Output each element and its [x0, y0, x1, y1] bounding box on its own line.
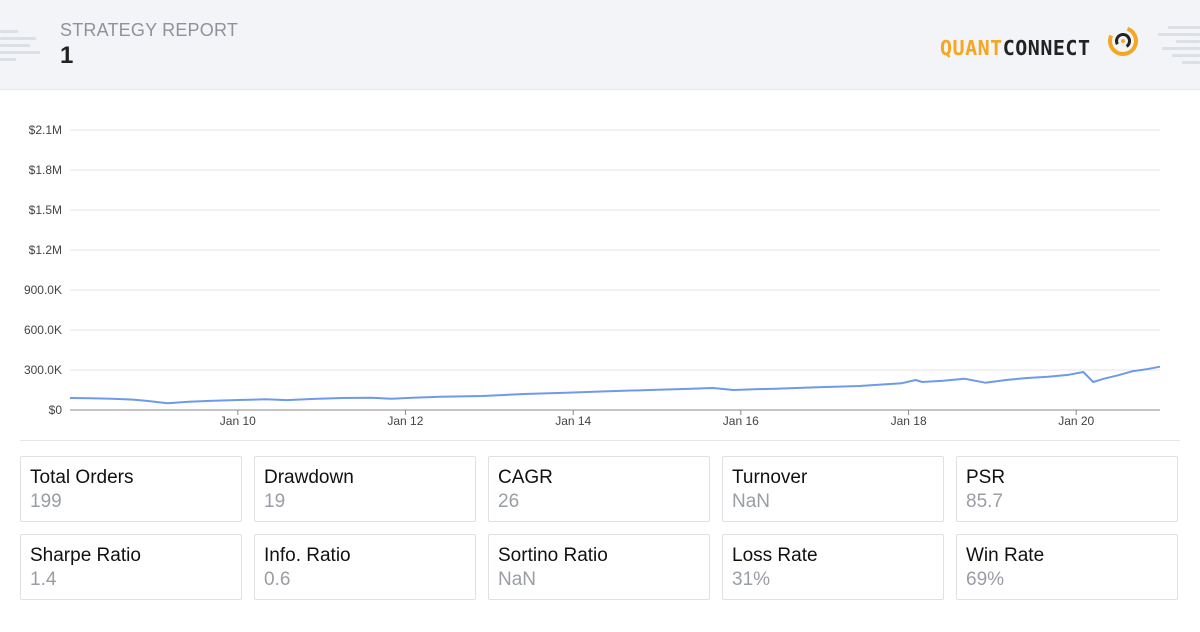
- stat-value: 85.7: [966, 491, 1003, 512]
- stat-value: 19: [264, 491, 286, 512]
- stat-card-info-ratio: Info. Ratio 0.6: [254, 534, 476, 600]
- y-tick-label: $0: [49, 403, 63, 417]
- stat-card-sharpe-ratio: Sharpe Ratio 1.4: [20, 534, 242, 600]
- stat-label: CAGR: [498, 467, 553, 488]
- equity-series-line: [69, 365, 1161, 405]
- stat-value: 31%: [732, 569, 771, 590]
- stat-card-win-rate: Win Rate 69%: [956, 534, 1178, 600]
- y-tick-label: $1.5M: [29, 203, 62, 217]
- stat-value: NaN: [498, 569, 537, 590]
- x-tick-label: Jan 16: [723, 414, 759, 428]
- stat-label: PSR: [966, 467, 1006, 488]
- header-decoration-right: [1158, 0, 1200, 89]
- stat-card-drawdown: Drawdown 19: [254, 456, 476, 522]
- report-title: 1: [60, 42, 74, 69]
- report-header: STRATEGY REPORT 1 QUANTCONNECT: [0, 0, 1200, 90]
- stat-value: 0.6: [264, 569, 291, 590]
- stat-card-psr: PSR 85.7: [956, 456, 1178, 522]
- stat-value: 69%: [966, 569, 1005, 590]
- quantconnect-logo: QUANTCONNECT: [940, 24, 1140, 64]
- y-tick-label: 900.0K: [24, 283, 62, 297]
- y-tick-label: 600.0K: [24, 323, 62, 337]
- x-tick-label: Jan 10: [220, 414, 256, 428]
- stat-value: 199: [30, 491, 62, 512]
- stat-value: NaN: [732, 491, 771, 512]
- stat-card-loss-rate: Loss Rate 31%: [722, 534, 944, 600]
- x-tick-label: Jan 20: [1058, 414, 1094, 428]
- stat-label: Drawdown: [264, 467, 354, 488]
- header-decoration-left: [0, 0, 50, 89]
- y-tick-label: 300.0K: [24, 363, 62, 377]
- y-tick-label: $1.2M: [29, 243, 62, 257]
- chart-divider: [20, 440, 1180, 441]
- stat-label: Sortino Ratio: [498, 545, 608, 566]
- quantconnect-logo-icon: [1108, 26, 1138, 56]
- stat-label: Turnover: [732, 467, 808, 488]
- x-tick-label: Jan 18: [891, 414, 927, 428]
- stat-label: Info. Ratio: [264, 545, 351, 566]
- stat-card-total-orders: Total Orders 199: [20, 456, 242, 522]
- stat-value: 26: [498, 491, 520, 512]
- stat-card-sortino-ratio: Sortino Ratio NaN: [488, 534, 710, 600]
- x-tick-label: Jan 12: [387, 414, 423, 428]
- logo-text-quant: QUANT: [940, 36, 1003, 60]
- stat-label: Sharpe Ratio: [30, 545, 141, 566]
- x-tick-label: Jan 14: [555, 414, 591, 428]
- y-tick-label: $2.1M: [29, 123, 62, 137]
- stat-card-turnover: Turnover NaN: [722, 456, 944, 522]
- equity-chart: $0 300.0K 600.0K 900.0K $1.2M $1.5M $1.8M $2.1M…: [24, 123, 1161, 428]
- report-subtitle: STRATEGY REPORT: [60, 20, 239, 40]
- stat-label: Total Orders: [30, 467, 134, 488]
- stat-label: Win Rate: [966, 545, 1045, 566]
- stat-value: 1.4: [30, 569, 57, 590]
- logo-text-connect: CONNECT: [1002, 36, 1091, 60]
- y-tick-label: $1.8M: [29, 163, 62, 177]
- stat-label: Loss Rate: [732, 545, 818, 566]
- stat-card-cagr: CAGR 26: [488, 456, 710, 522]
